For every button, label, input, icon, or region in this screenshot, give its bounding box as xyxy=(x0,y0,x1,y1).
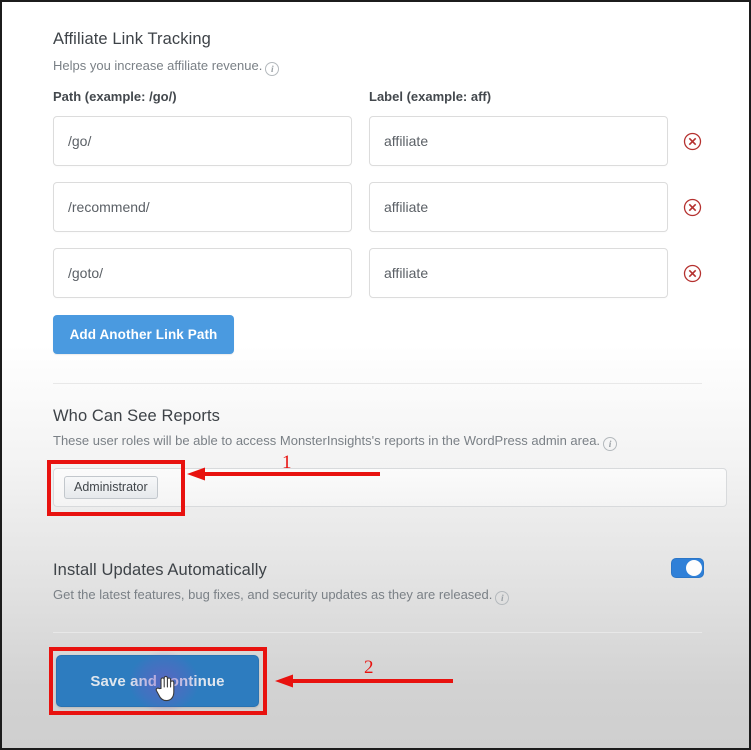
reports-section-title: Who Can See Reports xyxy=(53,407,220,425)
screenshot-frame: Affiliate Link Tracking Helps you increa… xyxy=(0,0,751,750)
label-column-label: Label (example: aff) xyxy=(369,89,492,104)
save-and-continue-button[interactable]: Save and continue xyxy=(56,655,259,707)
affiliate-path-input-3[interactable] xyxy=(53,248,352,298)
setup-wizard-page: Affiliate Link Tracking Helps you increa… xyxy=(2,2,749,748)
updates-section-description: Get the latest features, bug fixes, and … xyxy=(53,587,510,605)
affiliate-path-input-1[interactable] xyxy=(53,116,352,166)
user-roles-multiselect[interactable]: Administrator xyxy=(53,468,727,507)
info-icon[interactable]: i xyxy=(265,62,280,76)
info-icon[interactable]: i xyxy=(495,591,510,605)
divider-updates-footer xyxy=(53,632,702,633)
remove-row-icon-2[interactable] xyxy=(683,198,702,217)
affiliate-path-input-2[interactable] xyxy=(53,182,352,232)
affiliate-label-input-1[interactable] xyxy=(369,116,668,166)
add-another-link-path-button[interactable]: Add Another Link Path xyxy=(53,315,234,354)
updates-description-text: Get the latest features, bug fixes, and … xyxy=(53,587,493,602)
remove-row-icon-3[interactable] xyxy=(683,264,702,283)
toggle-knob xyxy=(686,560,702,576)
annotation-number-2: 2 xyxy=(364,657,374,678)
annotation-arrow-2 xyxy=(273,673,453,689)
remove-row-icon-1[interactable] xyxy=(683,132,702,151)
affiliate-description-text: Helps you increase affiliate revenue. xyxy=(53,58,263,73)
administrator-role-chip[interactable]: Administrator xyxy=(64,476,158,499)
affiliate-label-input-2[interactable] xyxy=(369,182,668,232)
affiliate-section-title: Affiliate Link Tracking xyxy=(53,30,211,48)
divider-affiliate-reports xyxy=(53,383,702,384)
affiliate-section-description: Helps you increase affiliate revenue. i xyxy=(53,58,280,76)
install-updates-toggle[interactable] xyxy=(671,558,704,578)
updates-section-title: Install Updates Automatically xyxy=(53,561,267,579)
reports-section-description: These user roles will be able to access … xyxy=(53,433,618,451)
reports-description-text: These user roles will be able to access … xyxy=(53,433,601,448)
divider-reports-updates xyxy=(53,538,702,539)
path-column-label: Path (example: /go/) xyxy=(53,89,177,104)
affiliate-label-input-3[interactable] xyxy=(369,248,668,298)
info-icon[interactable]: i xyxy=(603,437,618,451)
